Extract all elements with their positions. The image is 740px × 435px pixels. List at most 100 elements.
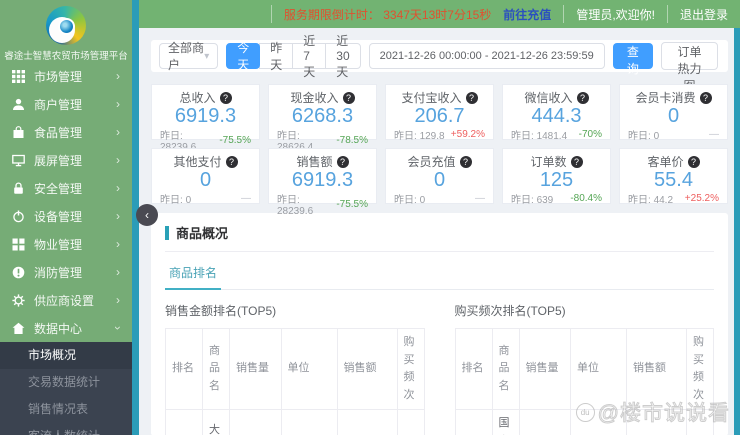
stat-value: 0 [667,105,680,127]
stat-yesterday: 昨日: 129.8 [394,131,445,142]
help-icon[interactable]: ? [336,155,349,168]
submenu-item-visitor-stats[interactable]: 客流人数统计 [0,423,132,435]
stat-change: — [241,193,251,204]
chevron-left-icon: ‹ [145,208,149,222]
sales-amount-ranking-block: 销售金额排名(TOP5) 排名 商品名 销售量 单位 销售额 购买频次 1 [165,302,425,435]
chevron-right-icon: › [116,97,120,111]
help-icon[interactable]: ? [570,155,583,168]
stat-card-avg-order-value: 客单价? 55.4 昨日: 44.2 +25.2% [619,148,728,206]
stat-value: 6919.3 [174,105,237,127]
sidebar-item-label: 供应商设置 [34,293,95,308]
grid-icon [12,238,25,251]
stat-change: -70% [578,129,602,140]
sidebar-item-label: 物业管理 [34,237,83,252]
stat-yesterday: 昨日: 0 [394,195,426,206]
stat-value: 6268.3 [291,105,354,127]
sidebar-item-property[interactable]: 物业管理 › [0,230,132,258]
stat-value: 6919.3 [291,169,354,191]
stat-title: 会员卡消费 [635,91,696,105]
column-header: 商品名 [491,327,520,411]
order-heatmap-button[interactable]: 订单热力图 [661,42,718,93]
stat-value: 0 [199,169,212,191]
column-header: 销售额 [336,327,398,411]
stat-card-order-count: 订单数? 125 昨日: 639 -80.4% [502,148,611,206]
tab-goods-ranking[interactable]: 商品排名 [165,256,222,290]
help-icon[interactable]: ? [225,155,238,168]
sidebar-item-security[interactable]: 安全管理 › [0,174,132,202]
stat-value: 206.7 [414,105,465,127]
sidebar-item-market[interactable]: 市场管理 › [0,62,132,90]
stat-title: 订单数 [530,155,567,169]
chevron-down-icon: ▾ [204,50,210,62]
chevron-right-icon: › [116,265,120,279]
stat-title: 客单价 [647,155,684,169]
help-icon[interactable]: ? [687,155,700,168]
purchase-frequency-table: 排名 商品名 销售量 单位 销售额 购买频次 1 国产水果 121.1 斤 [454,327,714,435]
query-button[interactable]: 查询 [612,43,654,76]
column-header: 单位 [280,327,338,411]
sidebar-item-merchant[interactable]: 商户管理 › [0,90,132,118]
range-yesterday-button[interactable]: 昨天 [259,41,294,72]
sidebar-item-label: 食品管理 [34,125,83,140]
stats-grid: 总收入? 6919.3 昨日: 28239.6 -75.5% 现金收入? 6268… [151,84,728,217]
app-logo [46,6,86,45]
stat-change: -75.5% [336,198,368,210]
recharge-link[interactable]: 前往充值 [503,5,563,23]
help-icon[interactable]: ? [219,91,232,104]
sidebar-collapse-button[interactable]: ‹ [136,204,158,226]
table-row: 1 大对虾 10.1 kg 624.2 19 [165,409,425,435]
range-7days-button[interactable]: 近7天 [292,34,327,79]
submenu-item-sales-report[interactable]: 销售情况表 [0,396,132,423]
help-icon[interactable]: ? [342,91,355,104]
column-header: 单位 [570,327,627,411]
submenu-item-transaction-stats[interactable]: 交易数据统计 [0,369,132,396]
stat-yesterday: 昨日: 1481.4 [511,131,568,142]
stat-change: — [709,129,719,140]
datacenter-submenu: 市场概况 交易数据统计 销售情况表 客流人数统计 [0,342,132,435]
stat-title: 现金收入 [290,91,339,105]
home-icon [12,322,25,335]
sidebar-item-food[interactable]: 食品管理 › [0,118,132,146]
sidebar: 睿途士智慧农贸市场管理平台 市场管理 › 商户管理 › 食品管理 › 展屏管理 … [0,0,132,435]
sidebar-item-device[interactable]: 设备管理 › [0,202,132,230]
grid-icon [12,69,25,83]
sidebar-item-screen[interactable]: 展屏管理 › [0,146,132,174]
stat-title: 总收入 [179,91,216,105]
sidebar-item-supplier[interactable]: 供应商设置 › [0,286,132,314]
help-icon[interactable]: ? [576,91,589,104]
stat-change: -80.4% [570,193,602,204]
chevron-down-icon: › [111,326,125,330]
section-title: 商品概况 [165,223,714,252]
chevron-right-icon: › [116,181,120,195]
app-logo-block: 睿途士智慧农贸市场管理平台 [0,0,132,62]
date-range-input[interactable]: 2021-12-26 00:00:00 - 2021-12-26 23:59:5… [368,43,605,69]
range-today-button[interactable]: 今天 [226,41,261,72]
stat-card-other-payment: 其他支付? 0 昨日: 0 — [151,148,260,206]
stat-yesterday: 昨日: 0 [628,131,660,142]
help-icon[interactable]: ? [459,155,472,168]
column-header: 购买频次 [686,327,714,411]
page-scrollbar[interactable] [734,28,740,435]
chevron-right-icon: › [116,209,120,223]
welcome-user[interactable]: 管理员,欢迎你! [563,5,667,23]
stat-card-member-card-consume: 会员卡消费? 0 昨日: 0 — [619,84,728,142]
sidebar-item-label: 市场管理 [34,69,83,84]
help-icon[interactable]: ? [465,91,478,104]
stat-value: 444.3 [531,105,582,127]
purchase-frequency-ranking-block: 购买频次排名(TOP5) 排名 商品名 销售量 单位 销售额 购买频次 1 [454,302,714,435]
sidebar-item-fire[interactable]: 消防管理 › [0,258,132,286]
stat-change: -78.5% [336,134,368,146]
table-row: 1 国产水果 121.1 斤 147.8 32 [454,409,714,435]
table-title: 销售金额排名(TOP5) [165,304,277,318]
submenu-item-market-overview[interactable]: 市场概况 [0,342,132,369]
app-title: 睿途士智慧农贸市场管理平台 [4,51,128,62]
range-30days-button[interactable]: 近30天 [325,34,361,79]
stat-value: 0 [433,169,446,191]
sidebar-item-datacenter[interactable]: 数据中心 › [0,314,132,342]
tab-row: 商品排名 [165,256,714,290]
merchant-select[interactable]: 全部商户 ▾ [159,41,219,72]
help-icon[interactable]: ? [699,91,712,104]
logout-button[interactable]: 退出登录 [666,5,740,23]
stat-yesterday: 昨日: 28239.6 [277,195,314,217]
lock-icon [12,181,25,195]
